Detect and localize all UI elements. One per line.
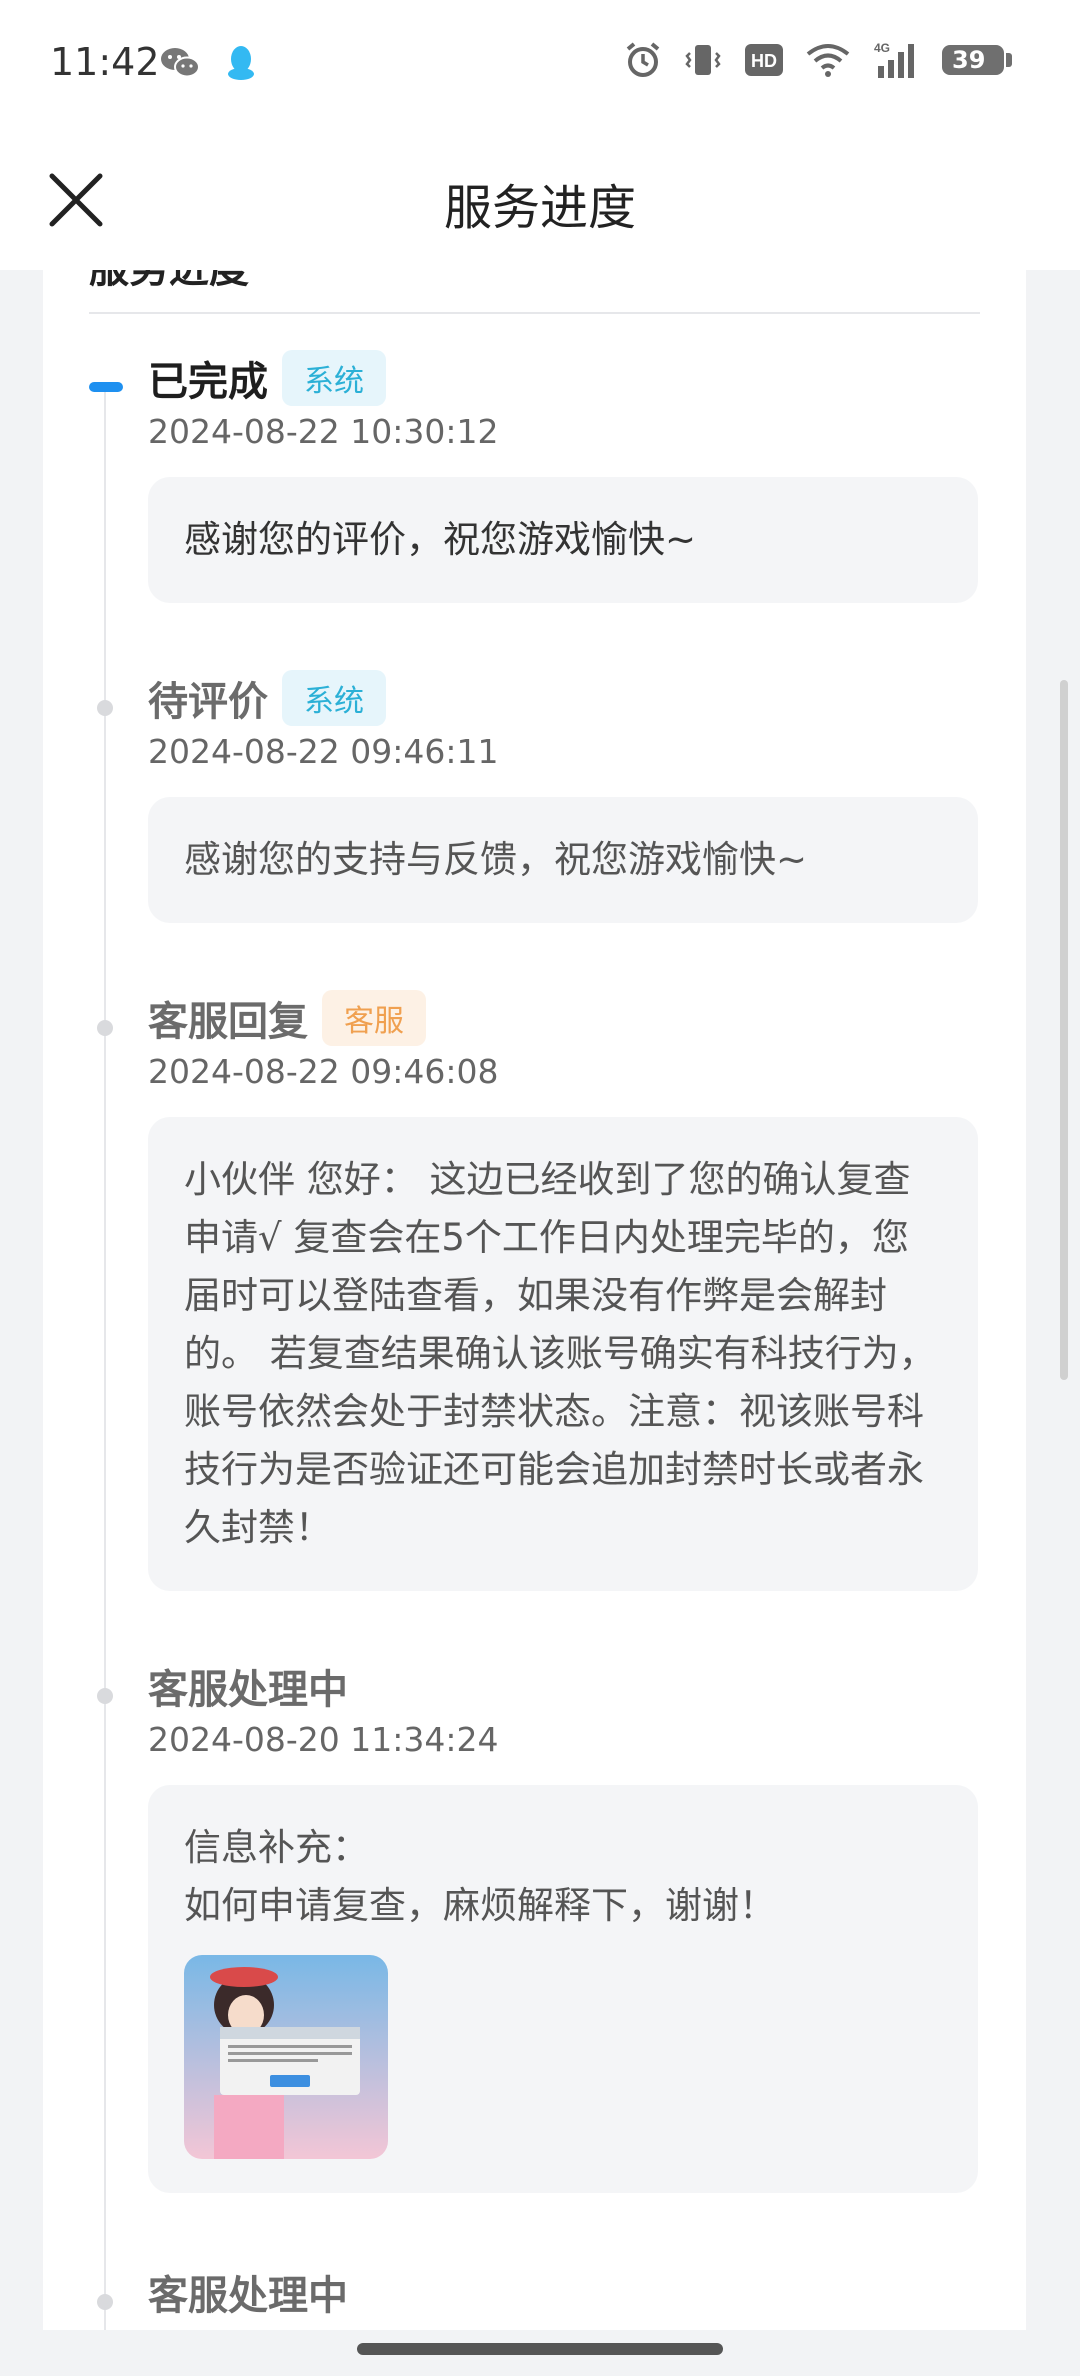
timeline-entry: 客服处理中 [148, 2264, 978, 2320]
status-title: 已完成 [148, 359, 268, 405]
timeline-entry: 待评价 系统 2024-08-22 09:46:11 感谢您的支持与反馈，祝您游… [148, 670, 978, 923]
home-indicator[interactable] [357, 2343, 723, 2355]
timeline-line [104, 385, 106, 2330]
scrollbar[interactable] [1060, 680, 1068, 1380]
message-text: 如何申请复查，麻烦解释下，谢谢！ [184, 1884, 776, 1927]
status-tag: 系统 [282, 670, 386, 726]
status-title: 客服处理中 [148, 1667, 348, 1713]
status-time: 2024-08-20 11:34:24 [148, 1720, 499, 1759]
battery-icon: 39 [942, 45, 1012, 75]
vibrate-icon [684, 41, 722, 79]
progress-card: 服务进度 已完成 系统 2024-08-22 10:30:12 感谢您的评价，祝… [43, 270, 1026, 2330]
svg-text:4G: 4G [874, 41, 890, 55]
wechat-icon [160, 45, 200, 81]
message-label: 信息补充： [184, 1826, 369, 1869]
status-time: 2024-08-22 09:46:08 [148, 1052, 499, 1091]
attachment-thumbnail[interactable] [184, 1955, 388, 2159]
status-bar: 11:42 HD 4G 39 [0, 0, 1080, 130]
status-tag: 系统 [282, 350, 386, 406]
status-title: 待评价 [148, 679, 268, 725]
timeline-dot [97, 1020, 113, 1036]
timeline-entry: 客服处理中 2024-08-20 11:34:24 信息补充： 如何申请复查，麻… [148, 1658, 978, 2193]
timeline-entry: 已完成 系统 2024-08-22 10:30:12 感谢您的评价，祝您游戏愉快… [148, 350, 978, 603]
wifi-icon [806, 42, 850, 78]
header: 服务进度 [0, 130, 1080, 270]
timeline-entry: 客服回复 客服 2024-08-22 09:46:08 小伙伴 您好： 这边已经… [148, 990, 978, 1591]
timeline-dot [97, 2294, 113, 2310]
message-bubble: 小伙伴 您好： 这边已经收到了您的确认复查申请√ 复查会在5个工作日内处理完毕的… [148, 1117, 978, 1591]
message-bubble: 信息补充： 如何申请复查，麻烦解释下，谢谢！ [148, 1785, 978, 2193]
svg-text:HD: HD [751, 51, 777, 71]
message-bubble: 感谢您的支持与反馈，祝您游戏愉快~ [148, 797, 978, 923]
page-title: 服务进度 [443, 180, 636, 236]
status-time: 2024-08-22 10:30:12 [148, 412, 499, 451]
status-title: 客服回复 [148, 999, 308, 1045]
message-bubble: 感谢您的评价，祝您游戏愉快~ [148, 477, 978, 603]
divider [89, 312, 980, 314]
hd-icon: HD [744, 43, 784, 77]
status-tag: 客服 [322, 990, 426, 1046]
alarm-icon [624, 41, 662, 79]
signal-4g-icon: 4G [872, 40, 920, 80]
timeline-dot [97, 700, 113, 716]
section-heading: 服务进度 [89, 270, 249, 294]
status-time: 2024-08-22 09:46:11 [148, 732, 499, 771]
battery-level: 39 [942, 45, 1004, 75]
timeline-dot-active [89, 382, 123, 392]
timeline-dot [97, 1688, 113, 1704]
status-title: 客服处理中 [148, 2273, 348, 2319]
status-time: 11:42 [50, 40, 160, 84]
qq-icon [226, 44, 256, 82]
